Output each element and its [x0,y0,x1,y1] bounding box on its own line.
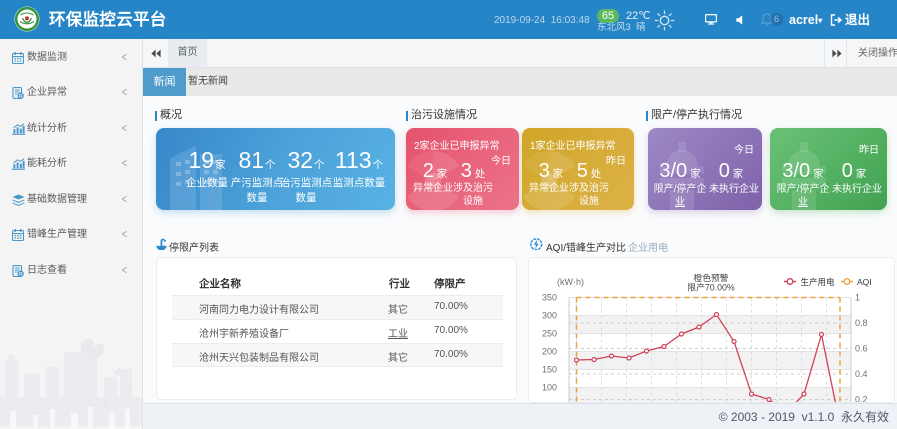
svg-text:100: 100 [542,383,557,393]
svg-text:250: 250 [542,329,557,339]
svg-text:0.6: 0.6 [855,344,868,354]
svg-text:300: 300 [542,311,557,321]
svg-text:150: 150 [542,365,557,375]
svg-text:限产70.00%: 限产70.00% [687,282,735,293]
svg-text:200: 200 [542,347,557,357]
svg-text:橙色预警: 橙色预警 [693,272,728,283]
svg-text:AQI: AQI [857,277,872,287]
svg-text:0.2: 0.2 [855,395,868,403]
svg-text:350: 350 [542,293,557,303]
svg-text:(kW·h): (kW·h) [557,277,584,287]
svg-text:0.4: 0.4 [855,369,868,379]
svg-text:生产用电: 生产用电 [801,277,836,287]
svg-text:1: 1 [855,293,860,303]
svg-text:0.8: 0.8 [855,318,868,328]
